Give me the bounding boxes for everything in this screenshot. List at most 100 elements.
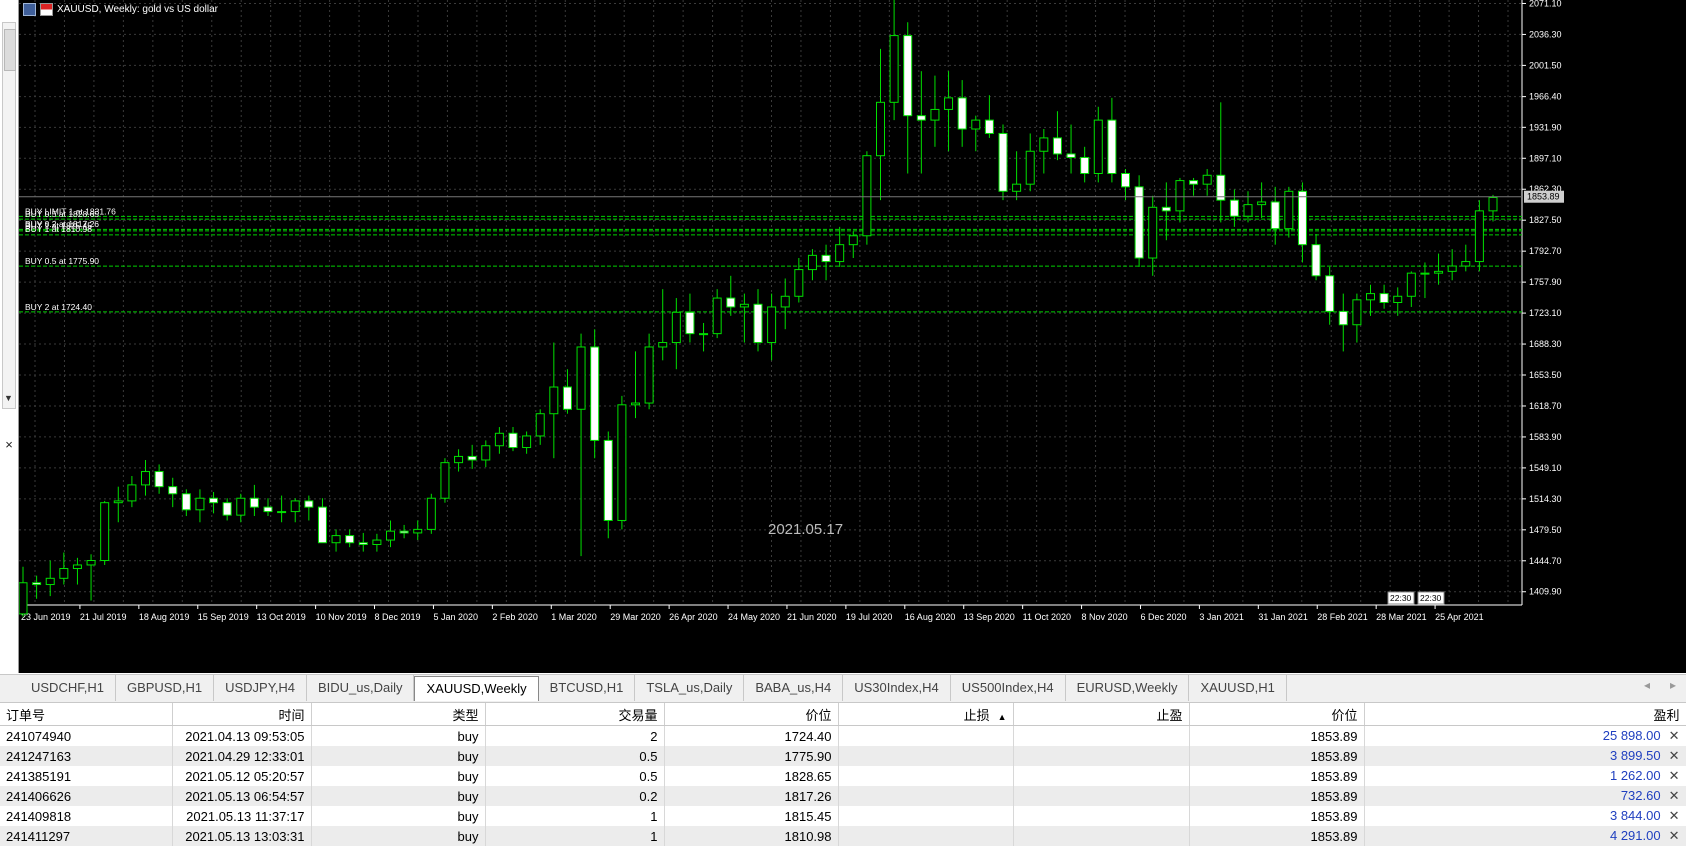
candle-body (1325, 275, 1335, 312)
cell-tp (1013, 746, 1190, 766)
close-order-icon[interactable]: ✕ (1669, 748, 1680, 764)
col-type[interactable]: 类型 (311, 703, 486, 726)
date-tick-label: 21 Jul 2019 (80, 612, 127, 622)
chart-title-bar: XAUUSD, Weekly: gold vs US dollar (23, 2, 218, 16)
table-row[interactable]: 241409818 2021.05.13 11:37:17 buy 1 1815.45 1… (0, 806, 1686, 826)
tab-prev-icon[interactable]: ◂ (1644, 678, 1650, 692)
candle-body (971, 119, 981, 130)
candle-body (1121, 172, 1130, 188)
table-row[interactable]: 241247163 2021.04.29 12:33:01 buy 0.5 1775.9… (0, 746, 1686, 766)
candle-body (195, 497, 205, 511)
chart-tab[interactable]: EURUSD,Weekly (1066, 675, 1190, 701)
chart-tab[interactable]: TSLA_us,Daily (635, 675, 745, 701)
col-stop-loss-label: 止损 (963, 707, 990, 723)
date-tick-label: 29 Mar 2020 (610, 612, 661, 622)
chart-tab[interactable]: USDJPY,H4 (214, 675, 307, 701)
candle-body (1229, 199, 1239, 217)
candle-body (263, 506, 273, 513)
chart-tab[interactable]: US500Index,H4 (951, 675, 1066, 701)
cell-sl (838, 725, 1014, 746)
candle-body (998, 132, 1008, 192)
col-profit[interactable]: 盈利 (1364, 703, 1686, 726)
candle-body (413, 528, 423, 534)
candle-body (100, 502, 110, 562)
price-tick-label: 1897.10 (1529, 153, 1562, 163)
candle-body (1461, 261, 1471, 267)
col-open-price[interactable]: 价位 (664, 703, 839, 726)
chart-window-icon[interactable] (23, 2, 36, 16)
table-header: 订单号 时间 类型 交易量 价位 止损 ▲ 止盈 价位 盈利 (0, 703, 1686, 726)
chart-tab[interactable]: BIDU_us,Daily (307, 675, 415, 701)
chart-canvas[interactable]: 2071.10 2036.30 2001.50 1966.40 1931.90 1897.… (19, 0, 1686, 673)
candle-body (944, 97, 954, 110)
cell-price-current: 1853.89 (1189, 766, 1365, 786)
candle-body (317, 506, 327, 544)
tab-next-icon[interactable]: ▸ (1670, 678, 1676, 692)
close-order-icon[interactable]: ✕ (1669, 788, 1680, 804)
scrollbar-thumb[interactable] (4, 29, 16, 71)
cell-sl (838, 806, 1014, 826)
cell-time: 2021.04.13 09:53:05 (172, 725, 312, 746)
price-chart[interactable]: XAUUSD, Weekly: gold vs US dollar 2071.1… (19, 0, 1686, 673)
candle-body (1338, 310, 1348, 326)
price-tick-label: 2001.50 (1529, 60, 1562, 70)
candle-body (671, 311, 681, 344)
date-tick-label: 26 Apr 2020 (669, 612, 718, 622)
candle-body (862, 155, 872, 237)
table-row[interactable]: 241074940 2021.04.13 09:53:05 buy 2 1724.40 1… (0, 725, 1686, 746)
candle-body (780, 295, 790, 308)
candle-body (127, 484, 137, 502)
candle-body (916, 115, 926, 121)
col-ticket[interactable]: 订单号 (0, 703, 173, 726)
table-row[interactable]: 241385191 2021.05.12 05:20:57 buy 0.5 1828.6… (0, 766, 1686, 786)
cell-profit: 1 262.00 ✕ (1364, 766, 1686, 786)
table-row[interactable]: 241406626 2021.05.13 06:54:57 buy 0.2 1817.2… (0, 786, 1686, 806)
cell-ticket: 241247163 (0, 746, 173, 766)
navigator-scrollbar[interactable] (2, 22, 16, 409)
price-tick-label: 1688.30 (1529, 339, 1562, 349)
cell-type: buy (311, 766, 486, 786)
cell-profit: 732.60 ✕ (1364, 786, 1686, 806)
candle-body (345, 535, 355, 544)
candle-body (1107, 119, 1117, 174)
close-panel-icon[interactable]: × (2, 438, 16, 452)
chart-tab[interactable]: US30Index,H4 (843, 675, 951, 701)
scroll-down-icon[interactable]: ▼ (4, 393, 13, 403)
chart-tab[interactable]: BTCUSD,H1 (539, 675, 636, 701)
chart-tab[interactable]: GBPUSD,H1 (116, 675, 215, 701)
candle-body (1134, 186, 1144, 259)
order-line-label: BUY 0.5 at 1775.90 (25, 256, 99, 266)
table-row[interactable]: 241411297 2021.05.13 13:03:31 buy 1 1810.98 1… (0, 826, 1686, 846)
col-take-profit[interactable]: 止盈 (1013, 703, 1190, 726)
chart-tab[interactable]: XAUUSD,H1 (1189, 675, 1287, 701)
candle-body (1012, 183, 1022, 192)
close-order-icon[interactable]: ✕ (1669, 808, 1680, 824)
chart-tab[interactable]: BABA_us,H4 (744, 675, 844, 701)
col-current-price[interactable]: 价位 (1189, 703, 1365, 726)
date-tick-label: 21 Jun 2020 (787, 612, 837, 622)
date-tick-label: 18 Aug 2019 (139, 612, 190, 622)
chart-tab[interactable]: XAUUSD,Weekly (414, 676, 539, 701)
close-order-icon[interactable]: ✕ (1669, 768, 1680, 784)
cell-sl (838, 746, 1014, 766)
cell-price-current: 1853.89 (1189, 826, 1365, 846)
cell-ticket: 241411297 (0, 826, 173, 846)
price-tick-label: 1723.10 (1529, 308, 1562, 318)
candle-body (168, 486, 178, 495)
price-tick-label: 1653.50 (1529, 370, 1562, 380)
close-order-icon[interactable]: ✕ (1669, 828, 1680, 844)
col-stop-loss[interactable]: 止损 ▲ (838, 703, 1014, 726)
price-tick-label: 1757.90 (1529, 277, 1562, 287)
candle-body (494, 432, 504, 447)
candle-body (1202, 174, 1212, 185)
cell-volume: 0.5 (485, 746, 665, 766)
cell-tp (1013, 786, 1190, 806)
col-volume[interactable]: 交易量 (485, 703, 665, 726)
chart-tab[interactable]: USDCHF,H1 (20, 675, 116, 701)
candle-body (644, 346, 654, 404)
date-tick-label: 1 Mar 2020 (551, 612, 597, 622)
candle-body (141, 471, 150, 486)
cell-tp (1013, 766, 1190, 786)
close-order-icon[interactable]: ✕ (1669, 728, 1680, 744)
col-time[interactable]: 时间 (172, 703, 312, 726)
